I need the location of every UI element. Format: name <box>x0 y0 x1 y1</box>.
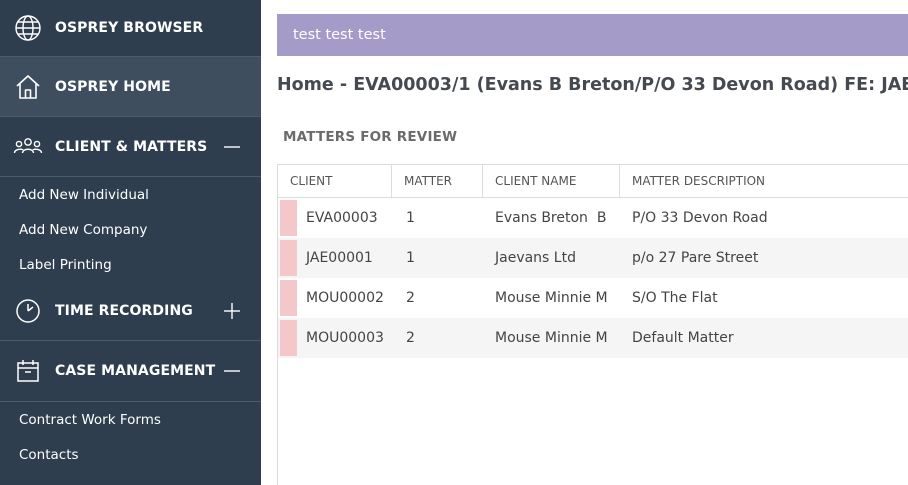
cell-matter: 1 <box>406 210 415 226</box>
cell-client: MOU00002 <box>306 290 384 306</box>
cell-client-name: Evans Breton B <box>495 210 607 226</box>
sidebar-item-contacts[interactable]: Contacts <box>19 447 79 463</box>
cell-matter: 1 <box>406 250 415 266</box>
cell-matter-description: Default Matter <box>632 330 734 346</box>
case-management-label: CASE MANAGEMENT <box>55 363 216 379</box>
brand-label: OSPREY BROWSER <box>55 20 204 36</box>
cell-client-name: Mouse Minnie M <box>495 290 608 306</box>
row-marker <box>280 280 297 316</box>
matters-section-title: MATTERS FOR REVIEW <box>283 129 458 145</box>
cell-matter-description: p/o 27 Pare Street <box>632 250 759 266</box>
sidebar-section-client-matters[interactable]: CLIENT & MATTERS <box>0 117 261 176</box>
column-header-matter[interactable]: MATTER <box>392 165 483 197</box>
cell-matter-description: P/O 33 Devon Road <box>632 210 768 226</box>
cell-client-name: Jaevans Ltd <box>495 250 576 266</box>
sidebar-item-home[interactable]: OSPREY HOME <box>0 57 261 116</box>
row-marker <box>280 240 297 276</box>
sidebar: OSPREY BROWSER OSPREY HOME CLIENT & MATT… <box>0 0 261 485</box>
divider <box>0 401 261 402</box>
sidebar-item-label-printing[interactable]: Label Printing <box>19 257 112 273</box>
cell-client-name: Mouse Minnie M <box>495 330 608 346</box>
timer-icon <box>13 296 43 326</box>
cell-matter: 2 <box>406 330 415 346</box>
time-recording-label: TIME RECORDING <box>55 303 193 319</box>
people-group-icon <box>13 132 43 162</box>
globe-www-icon <box>13 13 43 43</box>
column-header-client-name[interactable]: CLIENT NAME <box>483 165 620 197</box>
house-icon <box>13 72 43 102</box>
table-row[interactable]: MOU00003 2 Mouse Minnie M Default Matter <box>278 318 908 358</box>
row-marker <box>280 320 297 356</box>
plus-icon[interactable] <box>220 299 244 323</box>
calendar-briefcase-icon <box>13 356 43 386</box>
sidebar-section-time-recording[interactable]: TIME RECORDING <box>0 282 261 340</box>
sidebar-item-add-new-individual[interactable]: Add New Individual <box>19 187 149 203</box>
cell-matter-description: S/O The Flat <box>632 290 718 306</box>
home-label: OSPREY HOME <box>55 78 171 95</box>
sidebar-section-case-management[interactable]: CASE MANAGEMENT <box>0 341 261 401</box>
cell-client: EVA00003 <box>306 210 378 226</box>
client-matters-label: CLIENT & MATTERS <box>55 138 208 155</box>
sidebar-item-add-new-company[interactable]: Add New Company <box>19 222 147 238</box>
table-row[interactable]: JAE00001 1 Jaevans Ltd p/o 27 Pare Stree… <box>278 238 908 278</box>
cell-client: MOU00003 <box>306 330 384 346</box>
column-header-matter-description[interactable]: MATTER DESCRIPTION <box>620 165 908 197</box>
announcement-banner: test test test <box>277 14 908 56</box>
column-header-client[interactable]: CLIENT <box>278 165 392 197</box>
divider <box>0 176 261 177</box>
page-title: Home - EVA00003/1 (Evans B Breton/P/O 33… <box>277 75 908 95</box>
row-marker <box>280 200 297 236</box>
cell-client: JAE00001 <box>306 250 373 266</box>
cell-matter: 2 <box>406 290 415 306</box>
minus-icon[interactable] <box>220 135 244 159</box>
matters-table: CLIENT MATTER CLIENT NAME MATTER DESCRIP… <box>277 164 908 485</box>
table-row[interactable]: EVA00003 1 Evans Breton B P/O 33 Devon R… <box>278 198 908 238</box>
table-row[interactable]: MOU00002 2 Mouse Minnie M S/O The Flat <box>278 278 908 318</box>
minus-icon[interactable] <box>220 359 244 383</box>
table-header: CLIENT MATTER CLIENT NAME MATTER DESCRIP… <box>278 165 908 198</box>
sidebar-brand[interactable]: OSPREY BROWSER <box>0 0 261 56</box>
sidebar-item-contract-work-forms[interactable]: Contract Work Forms <box>19 412 161 428</box>
